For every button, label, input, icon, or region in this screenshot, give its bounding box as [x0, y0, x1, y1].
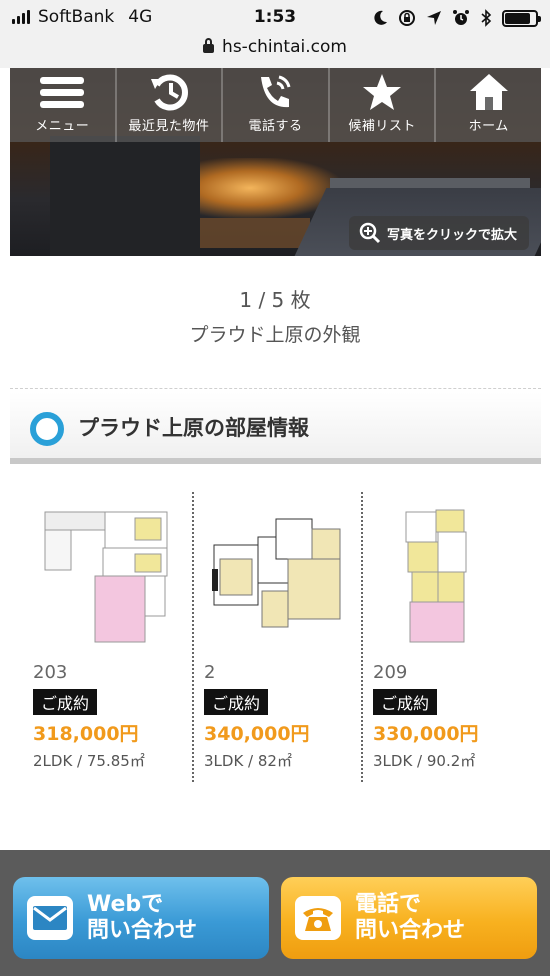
zoom-in-icon — [359, 222, 381, 244]
status-badge: ご成約 — [204, 689, 269, 715]
nav-item-menu[interactable]: メニュー — [10, 68, 117, 142]
web-inquiry-line1: Webで — [87, 892, 164, 917]
floor-plan-image — [405, 509, 466, 643]
room-list: 203 ご成約 318,000円 2LDK / 75.85㎡ 2 ご成約 340… — [23, 492, 533, 782]
divider — [10, 388, 541, 389]
lock-icon — [203, 38, 215, 53]
room-card[interactable]: 209 ご成約 330,000円 3LDK / 90.2㎡ — [361, 492, 530, 782]
status-bar: SoftBank 4G 1:53 — [0, 0, 550, 36]
photo-counter: 1 / 5 枚 — [239, 288, 311, 312]
photo-caption: プラウド上原の外観 — [189, 324, 361, 346]
room-number: 209 — [373, 662, 408, 683]
nav-label: 最近見た物件 — [128, 119, 210, 134]
zoom-hint-label: 写真をクリックで拡大 — [386, 227, 517, 243]
web-inquiry-line2: 問い合わせ — [87, 918, 198, 943]
battery-icon — [502, 9, 541, 27]
room-number: 203 — [33, 662, 68, 683]
menu-icon — [40, 77, 85, 108]
nav-label: ホーム — [468, 119, 509, 134]
nav-label: メニュー — [35, 119, 90, 134]
mail-icon — [27, 896, 73, 940]
telephone-icon — [295, 896, 341, 940]
star-icon — [363, 74, 402, 110]
nav-item-recent[interactable]: 最近見た物件 — [117, 68, 224, 142]
floor-plan-image[interactable] — [373, 504, 520, 652]
floor-plan-image — [211, 518, 340, 628]
battery-level — [505, 12, 531, 24]
url-text: hs-chintai.com — [222, 37, 347, 57]
room-spec: 2LDK / 75.85㎡ — [33, 752, 145, 770]
phone-inquiry-line2: 問い合わせ — [355, 918, 466, 943]
nav-item-call[interactable]: 電話する — [223, 68, 330, 142]
circle-icon — [30, 412, 64, 446]
room-number: 2 — [204, 662, 216, 683]
phone-inquiry-button[interactable]: 電話で 問い合わせ — [281, 877, 537, 959]
photo-column — [50, 136, 200, 256]
floor-plan-image — [44, 511, 167, 643]
rotation-lock-icon — [399, 10, 415, 26]
location-arrow-icon — [427, 11, 441, 25]
floor-plan-image[interactable] — [204, 504, 351, 652]
web-inquiry-button[interactable]: Webで 問い合わせ — [13, 877, 269, 959]
nav-label: 候補リスト — [348, 119, 416, 134]
rent-price: 340,000円 — [204, 723, 310, 745]
home-icon — [469, 74, 508, 110]
contact-bar: Webで 問い合わせ 電話で 問い合わせ — [0, 850, 550, 976]
nav-item-favorites[interactable]: 候補リスト — [330, 68, 437, 142]
photo-lobby — [200, 218, 310, 248]
room-spec: 3LDK / 82㎡ — [204, 752, 292, 770]
nav-item-home[interactable]: ホーム — [436, 68, 541, 142]
rent-price: 318,000円 — [33, 723, 139, 745]
alarm-icon — [453, 10, 469, 25]
nav-label: 電話する — [248, 119, 303, 134]
zoom-hint[interactable]: 写真をクリックで拡大 — [348, 216, 529, 250]
top-nav: メニュー 最近見た物件 電話する 候補リスト ホーム — [10, 68, 541, 142]
floor-plan-image[interactable] — [33, 504, 182, 652]
bluetooth-icon — [481, 9, 492, 27]
room-card[interactable]: 2 ご成約 340,000円 3LDK / 82㎡ — [192, 492, 361, 782]
address-bar[interactable]: hs-chintai.com — [0, 36, 550, 68]
status-badge: ご成約 — [33, 689, 98, 715]
status-badge: ご成約 — [373, 689, 438, 715]
phone-inquiry-line1: 電話で — [355, 892, 422, 917]
history-icon — [150, 74, 188, 111]
room-card[interactable]: 203 ご成約 318,000円 2LDK / 75.85㎡ — [23, 492, 192, 782]
section-title: プラウド上原の部屋情報 — [78, 416, 309, 440]
section-header: プラウド上原の部屋情報 — [10, 392, 541, 464]
moon-icon — [374, 10, 387, 25]
rent-price: 330,000円 — [373, 723, 479, 745]
phone-icon — [261, 75, 291, 108]
room-spec: 3LDK / 90.2㎡ — [373, 752, 476, 770]
